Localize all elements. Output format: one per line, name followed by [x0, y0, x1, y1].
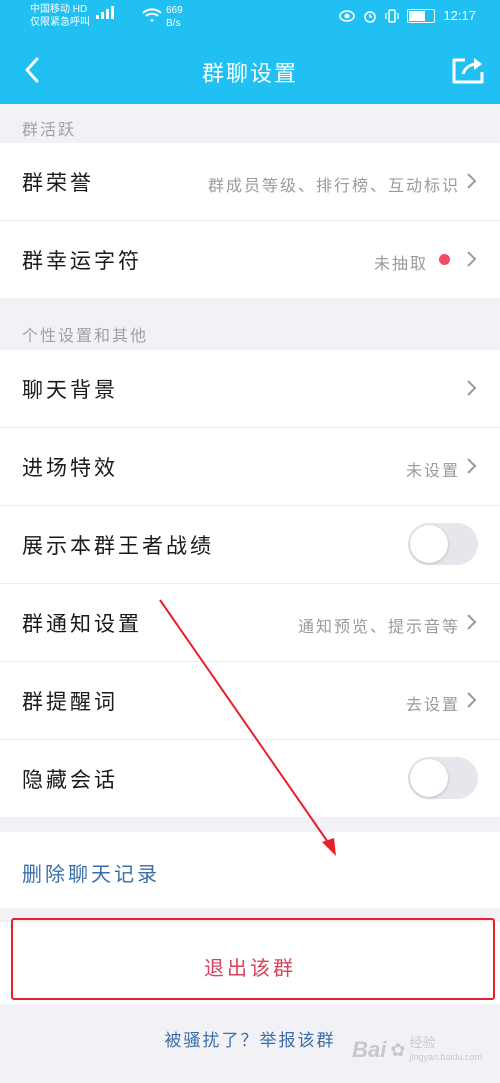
- section-label-activity: 群活跃: [22, 120, 77, 139]
- row-title: 群通知设置: [22, 612, 142, 636]
- kings-record-toggle[interactable]: [408, 523, 478, 565]
- page-title: 群聊设置: [201, 62, 298, 87]
- battery-icon: [407, 8, 436, 23]
- row-lucky-char[interactable]: 群幸运字符 未抽取: [0, 221, 500, 298]
- row-entry-effect[interactable]: 进场特效 未设置: [0, 428, 500, 506]
- chevron-right-icon: [467, 380, 477, 396]
- new-badge-dot: [439, 254, 450, 265]
- activity-card: 群荣誉 群成员等级、排行榜、互动标识 群幸运字符 未抽取: [0, 143, 500, 298]
- clear-history-button[interactable]: 删除聊天记录: [22, 858, 160, 887]
- clock: 12:17: [443, 8, 476, 23]
- carrier-info: 中国移动 HD 仅限紧急呼叫: [30, 3, 90, 29]
- toggle-knob: [410, 759, 448, 797]
- row-title: 群幸运字符: [22, 249, 142, 273]
- alarm-icon: [364, 10, 377, 23]
- row-value: 未设置: [405, 461, 460, 480]
- net-speed-value: 669: [166, 5, 183, 16]
- share-button[interactable]: [448, 52, 488, 88]
- status-bar: 中国移动 HD 仅限紧急呼叫 669 B/s 12:17: [0, 0, 500, 36]
- watermark-brand: Bai: [352, 1037, 387, 1062]
- row-title: 群荣誉: [22, 171, 94, 195]
- row-title: 展示本群王者战绩: [22, 534, 214, 558]
- baidu-paw-icon: ✿: [390, 1039, 406, 1060]
- net-speed-unit: B/s: [166, 18, 181, 29]
- watermark-domain: jingyan.baidu.com: [409, 1052, 482, 1062]
- chevron-right-icon: [467, 692, 477, 708]
- baidu-watermark: Bai ✿ 经验 jingyan.baidu.com: [352, 1036, 482, 1064]
- section-label-personal: 个性设置和其他: [22, 326, 149, 345]
- row-notification-settings[interactable]: 群通知设置 通知预览、提示音等: [0, 584, 500, 662]
- row-hide-conversation: 隐藏会话: [0, 740, 500, 817]
- chevron-right-icon: [467, 614, 477, 630]
- chevron-right-icon: [467, 458, 477, 474]
- wifi-icon: [142, 8, 162, 22]
- annotation-highlight-box: [11, 918, 495, 1000]
- hide-conversation-toggle[interactable]: [408, 757, 478, 799]
- nav-bar: 群聊设置: [0, 36, 500, 104]
- vibrate-icon: [385, 8, 400, 23]
- row-title: 群提醒词: [22, 690, 118, 714]
- row-value: 群成员等级、排行榜、互动标识: [207, 176, 460, 195]
- share-icon: [452, 58, 484, 84]
- clear-history-card[interactable]: 删除聊天记录: [0, 832, 500, 908]
- row-value: 通知预览、提示音等: [297, 617, 460, 636]
- personal-card: 聊天背景 进场特效 未设置 展示本群王者战绩 群通知设置 通知预览、提示音等 群…: [0, 350, 500, 817]
- row-kings-record: 展示本群王者战绩: [0, 506, 500, 584]
- chevron-right-icon: [467, 173, 477, 189]
- row-value: 未抽取: [373, 254, 428, 273]
- carrier-emergency: 仅限紧急呼叫: [30, 17, 90, 28]
- row-title: 隐藏会话: [22, 768, 118, 792]
- row-group-honor[interactable]: 群荣誉 群成员等级、排行榜、互动标识: [0, 143, 500, 221]
- row-reminder-words[interactable]: 群提醒词 去设置: [0, 662, 500, 740]
- toggle-knob: [410, 525, 448, 563]
- row-value: 去设置: [405, 695, 460, 714]
- row-chat-background[interactable]: 聊天背景: [0, 350, 500, 428]
- eye-icon: [339, 9, 356, 22]
- row-title: 聊天背景: [22, 378, 118, 402]
- net-speed: 669 B/s: [166, 4, 183, 30]
- carrier-name: 中国移动 HD: [30, 4, 88, 15]
- signal-strength-icon: [96, 6, 114, 19]
- watermark-suffix: 经验: [409, 1035, 436, 1050]
- chevron-right-icon: [467, 251, 477, 267]
- status-right: 12:17: [339, 8, 476, 23]
- row-title: 进场特效: [22, 456, 118, 480]
